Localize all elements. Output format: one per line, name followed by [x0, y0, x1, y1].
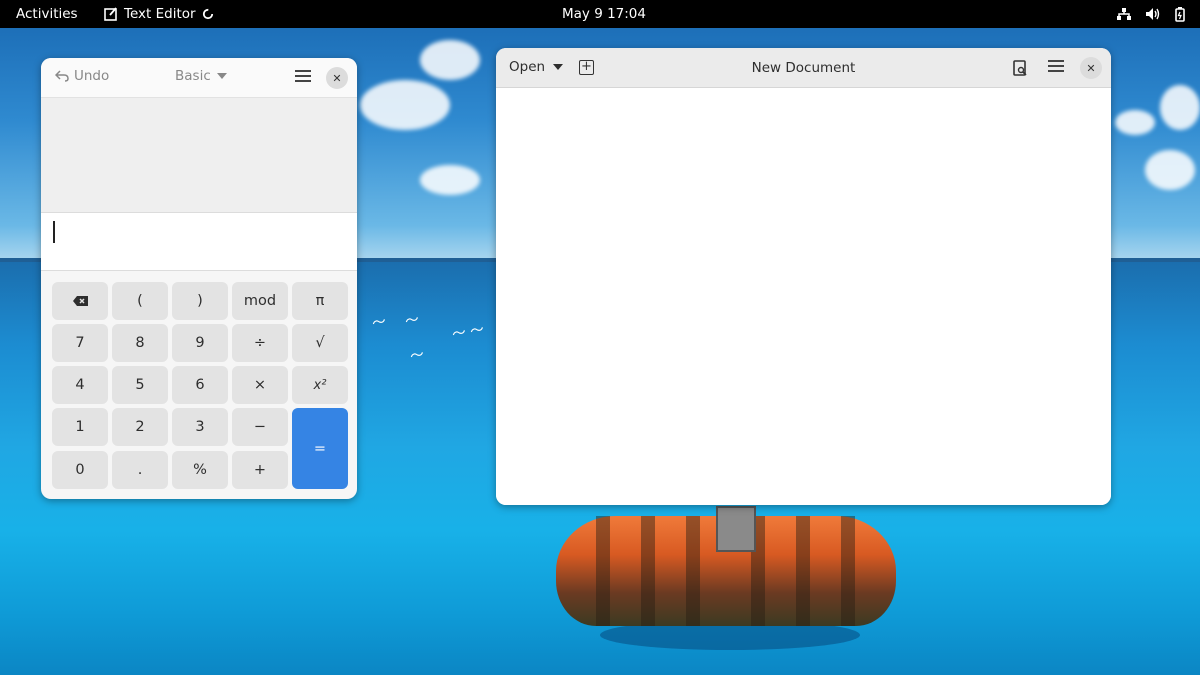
battery-icon [1175, 7, 1185, 22]
text-editor-window: Open + New Document ✕ [496, 48, 1111, 505]
document-text-area[interactable] [496, 88, 1111, 505]
close-paren-button[interactable]: ) [172, 282, 228, 320]
mode-selector[interactable]: Basic [175, 68, 227, 84]
percent-button[interactable]: % [172, 451, 228, 489]
open-paren-button[interactable]: ( [112, 282, 168, 320]
digit-7-button[interactable]: 7 [52, 324, 108, 362]
clock[interactable]: May 9 17:04 [562, 0, 646, 28]
mod-button[interactable]: mod [232, 282, 288, 320]
digit-8-button[interactable]: 8 [112, 324, 168, 362]
calculator-menu-button[interactable] [295, 70, 311, 84]
wallpaper-cloud [360, 80, 450, 130]
digit-4-button[interactable]: 4 [52, 366, 108, 404]
backspace-button[interactable] [52, 282, 108, 320]
wallpaper-cloud [1160, 85, 1200, 130]
digit-5-button[interactable]: 5 [112, 366, 168, 404]
text-editor-icon [104, 7, 117, 21]
calculator-close-button[interactable]: ✕ [326, 67, 348, 89]
mode-label: Basic [175, 68, 211, 84]
close-icon: ✕ [332, 71, 342, 85]
undo-button[interactable]: Undo [55, 68, 109, 84]
undo-label: Undo [74, 68, 110, 84]
text-cursor [53, 221, 55, 243]
digit-9-button[interactable]: 9 [172, 324, 228, 362]
top-bar: Activities Text Editor May 9 17:04 [0, 0, 1200, 28]
equals-button[interactable]: = [292, 408, 348, 489]
volume-icon [1146, 8, 1160, 20]
sqrt-button[interactable]: √ [292, 324, 348, 362]
decimal-button[interactable]: . [112, 451, 168, 489]
expression-input[interactable] [41, 213, 357, 271]
document-search-icon[interactable] [1013, 60, 1028, 77]
keypad: ( ) mod π 7 8 9 ÷ √ 4 5 6 × x² 1 2 3 − =… [52, 282, 348, 490]
divide-button[interactable]: ÷ [232, 324, 288, 362]
wallpaper-cloud [420, 40, 480, 80]
digit-6-button[interactable]: 6 [172, 366, 228, 404]
app-menu[interactable]: Text Editor [104, 0, 214, 28]
calculation-history [41, 98, 357, 213]
undo-icon [55, 70, 69, 82]
chevron-down-icon [216, 73, 227, 79]
calculator-headerbar: Undo Basic ✕ [41, 58, 357, 98]
digit-1-button[interactable]: 1 [52, 408, 108, 446]
buoy-bracket [716, 506, 756, 552]
close-icon: ✕ [1086, 61, 1096, 75]
network-icon [1117, 8, 1131, 20]
digit-3-button[interactable]: 3 [172, 408, 228, 446]
multiply-button[interactable]: × [232, 366, 288, 404]
pi-button[interactable]: π [292, 282, 348, 320]
editor-close-button[interactable]: ✕ [1080, 57, 1102, 79]
editor-menu-button[interactable] [1048, 60, 1064, 74]
plus-button[interactable]: + [232, 451, 288, 489]
editor-headerbar: Open + New Document ✕ [496, 48, 1111, 88]
system-tray[interactable] [1116, 0, 1188, 28]
wallpaper-cloud [420, 165, 480, 195]
backspace-icon [72, 296, 88, 306]
loading-spinner-icon [202, 8, 213, 20]
digit-2-button[interactable]: 2 [112, 408, 168, 446]
activities-button[interactable]: Activities [16, 0, 78, 28]
digit-0-button[interactable]: 0 [52, 451, 108, 489]
square-button[interactable]: x² [292, 366, 348, 404]
minus-button[interactable]: − [232, 408, 288, 446]
calculator-window: Undo Basic ✕ ( ) mod π 7 8 9 ÷ √ 4 5 6 ×… [41, 58, 357, 499]
wallpaper-cloud [1115, 110, 1155, 135]
wallpaper-cloud [1145, 150, 1195, 190]
app-name: Text Editor [124, 6, 196, 22]
